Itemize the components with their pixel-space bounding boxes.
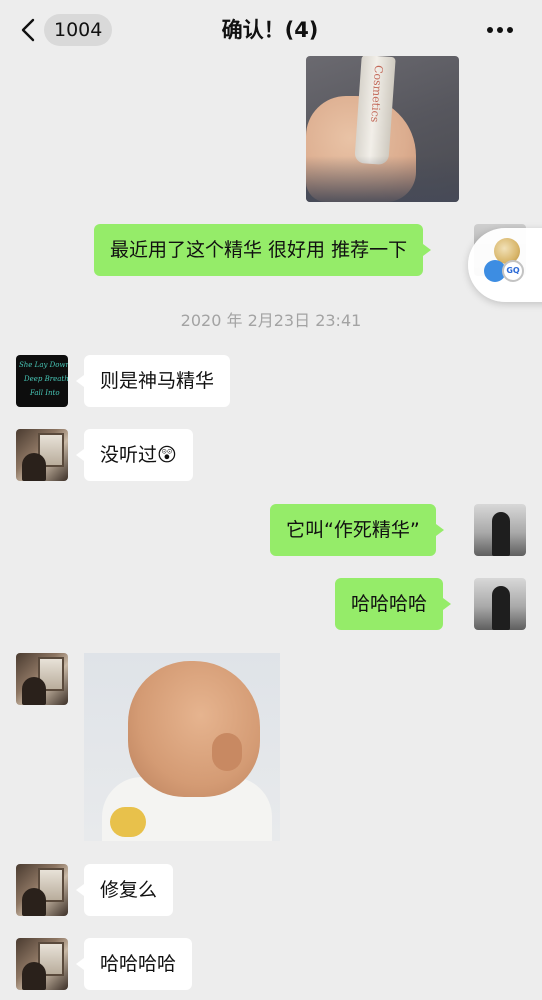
person-silhouette — [492, 512, 510, 556]
shirt-print — [110, 807, 146, 837]
message-bubble-received[interactable]: 修复么 — [75, 864, 174, 916]
chat-title: 确认！(4) — [221, 18, 319, 42]
sticker-message-baby[interactable] — [84, 653, 280, 841]
message-bubble-received[interactable]: 没听过😲 — [76, 429, 193, 481]
tube-brand-text: Cosmetics — [368, 65, 386, 124]
neon-sign-text: She Lay Down — [19, 361, 68, 369]
more-dot — [507, 27, 513, 33]
person-silhouette — [22, 453, 46, 481]
blanket-image — [306, 156, 459, 202]
avatar-self[interactable] — [474, 578, 526, 630]
message-bubble-received[interactable]: 则是神马精华 — [75, 355, 231, 407]
neon-sign-text: Deep Breath — [24, 375, 68, 383]
more-options-button[interactable] — [484, 18, 516, 42]
floating-app-widget[interactable]: GQ — [468, 228, 542, 302]
person-silhouette — [22, 888, 46, 916]
back-button[interactable]: 1004 — [20, 14, 116, 46]
message-bubble-sent[interactable]: 哈哈哈哈 — [335, 578, 452, 630]
baby-head — [128, 661, 260, 797]
person-silhouette — [22, 677, 46, 705]
unread-count-badge: 1004 — [44, 14, 113, 46]
avatar-self[interactable] — [474, 504, 526, 556]
avatar-contact[interactable] — [16, 864, 68, 916]
baby-ear — [212, 733, 242, 771]
message-bubble-sent[interactable]: 它叫“作死精华” — [270, 504, 444, 556]
person-silhouette — [22, 962, 46, 990]
person-silhouette — [492, 586, 510, 630]
avatar-contact[interactable] — [16, 938, 68, 990]
more-dot — [497, 27, 503, 33]
chat-header: 1004 确认！(4) — [0, 0, 542, 60]
more-dot — [487, 27, 493, 33]
avatar-contact[interactable] — [16, 429, 68, 481]
message-timestamp: 2020 年 2月23日 23:41 — [180, 311, 362, 330]
neon-sign-text: Fall Into — [30, 389, 60, 397]
avatar-contact[interactable] — [16, 653, 68, 705]
message-bubble-sent[interactable]: 最近用了这个精华 很好用 推荐一下 — [94, 224, 432, 276]
message-bubble-received[interactable]: 哈哈哈哈 — [75, 938, 193, 990]
avatar-contact-neon[interactable]: She Lay Down Deep Breath Fall Into — [16, 355, 68, 407]
sent-photo-message[interactable]: Cosmetics — [306, 56, 459, 202]
chevron-left-icon — [21, 18, 35, 42]
gq-logo-icon: GQ — [502, 260, 524, 282]
